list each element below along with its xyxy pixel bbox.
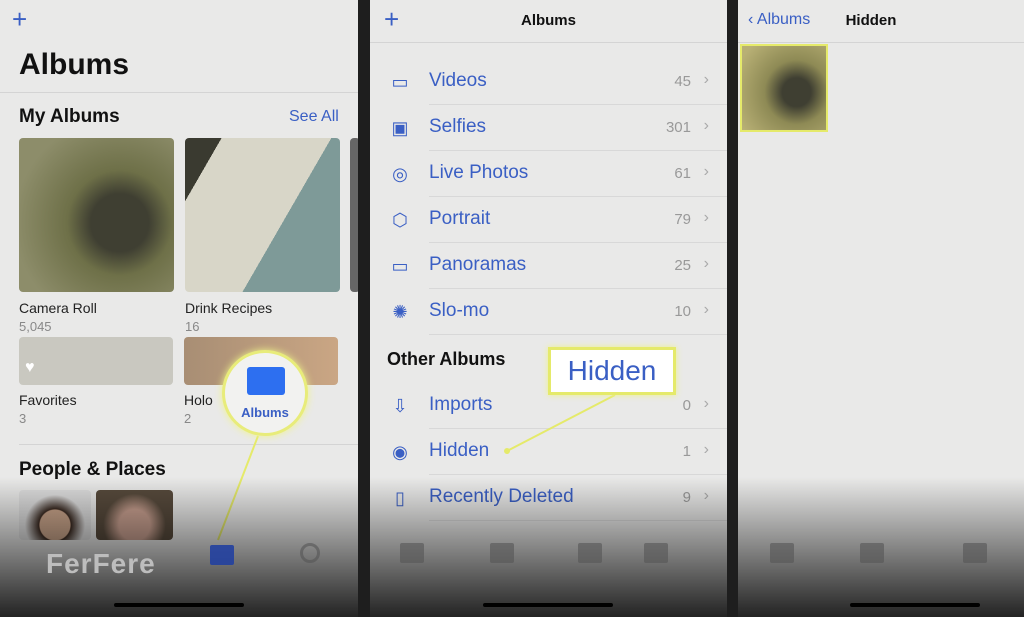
albums-icon xyxy=(247,367,285,395)
callout-line xyxy=(217,435,259,541)
hidden-album-screen: ‹ Albums Hidden xyxy=(738,0,1024,617)
albums-tab-callout: Albums xyxy=(222,350,308,436)
albums-screen: + Albums My Albums See All Camera Roll 5… xyxy=(0,0,358,617)
tab-icon[interactable] xyxy=(644,543,668,563)
tab-icon[interactable] xyxy=(490,543,514,563)
tab-icon[interactable] xyxy=(400,543,424,563)
tab-icon[interactable] xyxy=(578,543,602,563)
hidden-photo-thumb[interactable] xyxy=(740,44,828,132)
tab-icon[interactable] xyxy=(963,543,987,563)
home-indicator xyxy=(114,603,244,607)
nav-title: Hidden xyxy=(845,12,897,29)
tab-albums[interactable] xyxy=(210,545,234,565)
hidden-callout: Hidden xyxy=(548,347,676,395)
home-indicator xyxy=(483,603,613,607)
callout-label: Albums xyxy=(241,405,289,420)
albums-list-screen: + Albums ▭ Videos 45 › ▣ Selfies 301 › ◎… xyxy=(370,0,727,617)
tab-search[interactable] xyxy=(300,543,320,563)
tab-icon[interactable] xyxy=(860,543,884,563)
callout-line xyxy=(504,394,616,454)
watermark-logo: FerFere xyxy=(46,548,156,579)
home-indicator xyxy=(850,603,980,607)
tab-icon[interactable] xyxy=(770,543,794,563)
